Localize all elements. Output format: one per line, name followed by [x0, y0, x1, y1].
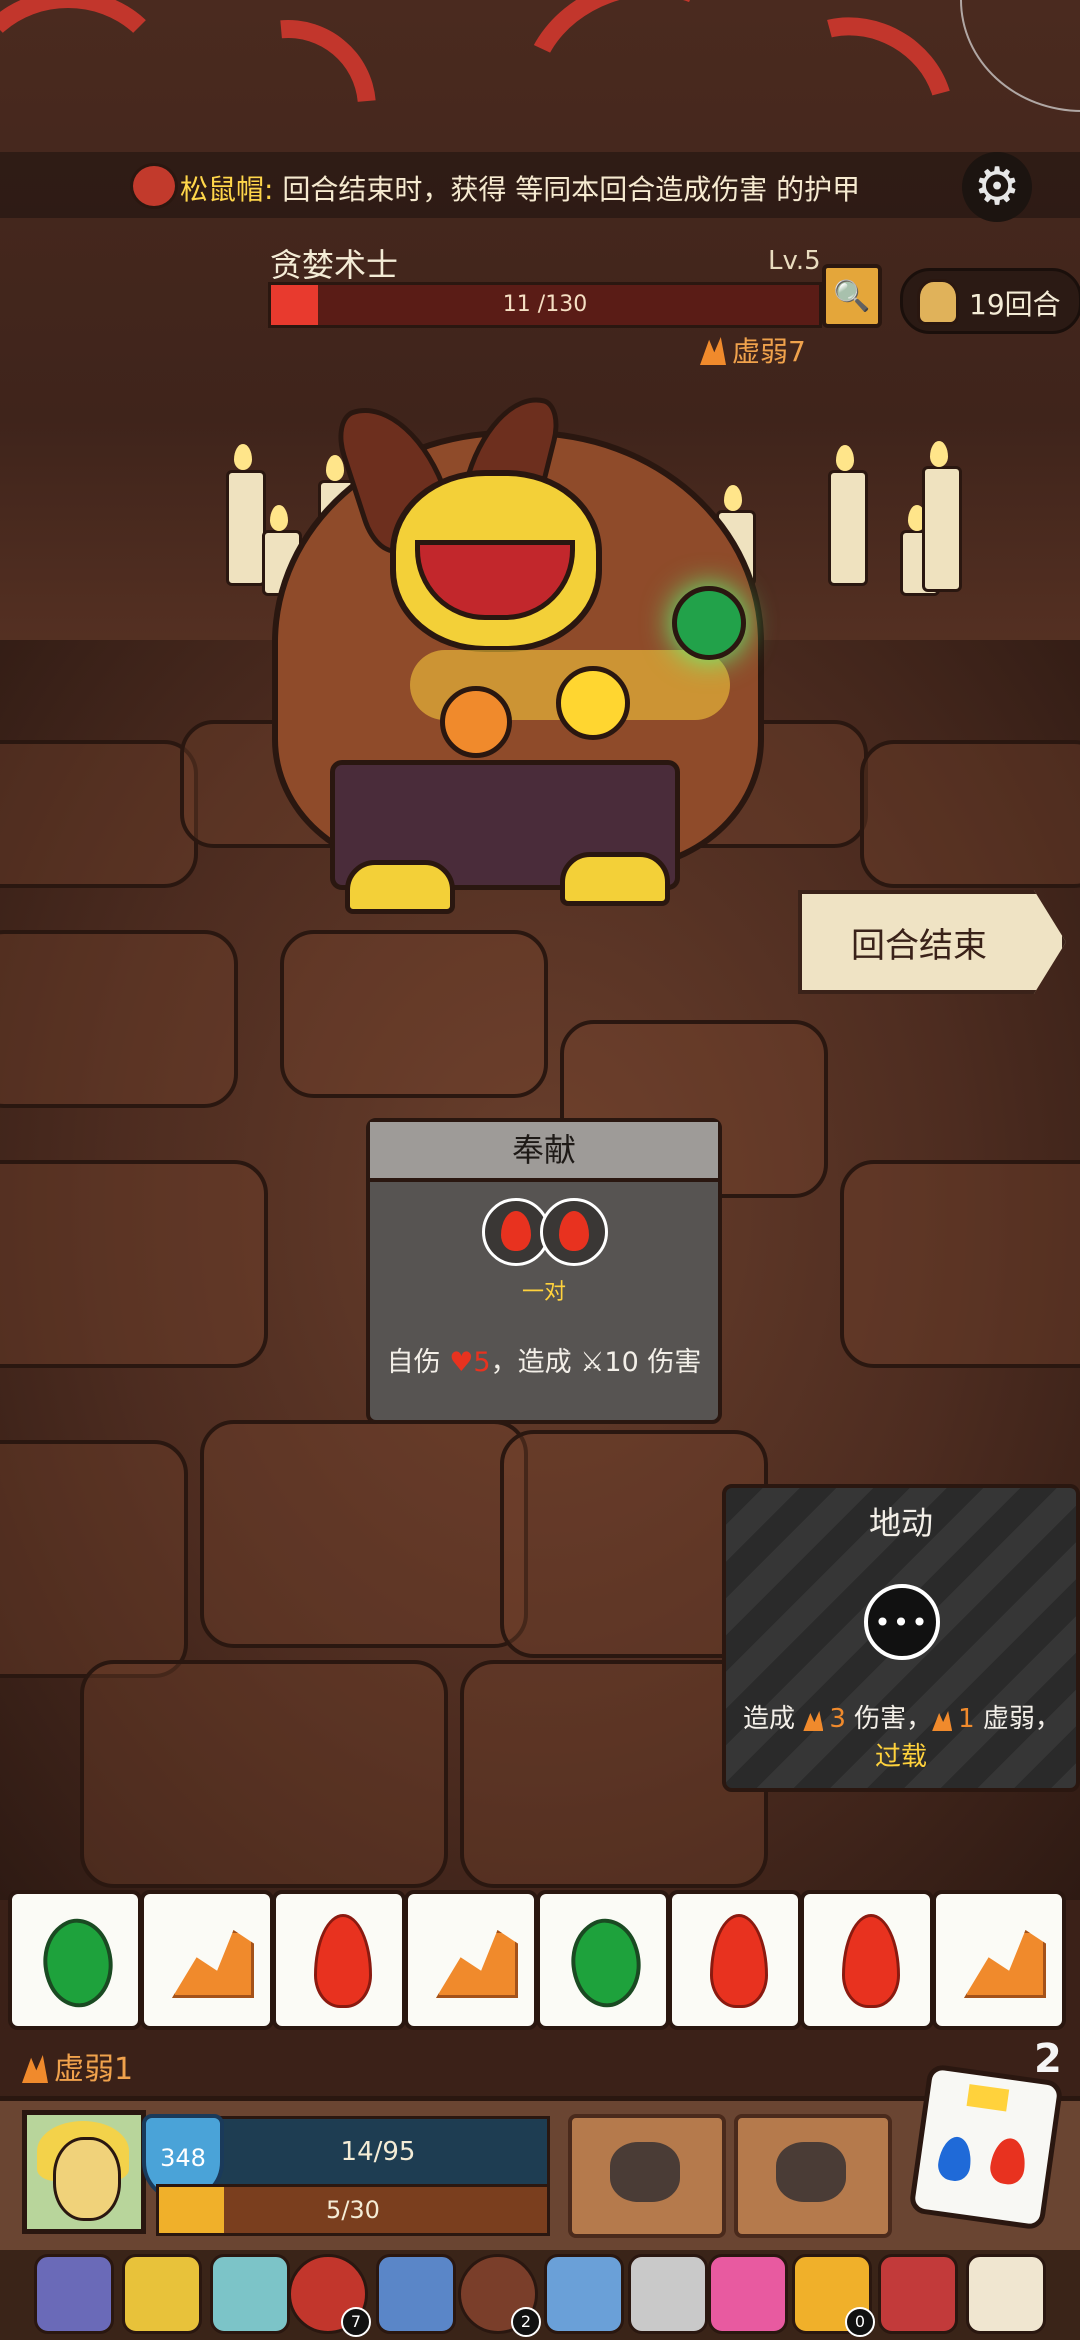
turn-counter-text: 19回合: [969, 288, 1061, 321]
card-description: 造成 3 伤害， 1 虚弱，: [743, 1704, 1061, 1734]
enemy-weak-label: 虚弱7: [732, 335, 806, 368]
relic-item[interactable]: 0: [792, 2254, 875, 2337]
dice-slot[interactable]: [540, 1198, 608, 1266]
fire-die[interactable]: [272, 1890, 406, 2030]
energy-text: 5/30: [326, 2196, 380, 2224]
scroll-icon: [917, 279, 959, 325]
broken-heart-icon: ♥: [449, 1347, 474, 1378]
dice-pips-icon: •••: [864, 1584, 940, 1660]
green-orb-icon: [672, 586, 746, 660]
relic-item[interactable]: [628, 2254, 708, 2334]
enemy-hp-bar: 11 /130: [268, 282, 822, 328]
rock-icon: [436, 1930, 518, 1998]
enemy-hp-text: 11 /130: [502, 292, 588, 317]
rock-icon: [964, 1930, 1046, 1998]
card-description: 自伤 ♥5，造成 ⚔10 伤害: [386, 1347, 702, 1378]
fire-icon: [710, 1914, 768, 2008]
rock-die[interactable]: [404, 1890, 538, 2030]
yellow-orb-icon: [556, 666, 630, 740]
leaf-icon: [555, 1908, 657, 2018]
rock-icon: [172, 1930, 254, 1998]
fire-icon: [559, 1211, 589, 1251]
card-title: 地动: [868, 1504, 933, 1542]
relic-name: 松鼠帽:: [180, 173, 274, 206]
player-weak-label: 虚弱1: [54, 2052, 134, 2087]
sword-icon: ⚔: [580, 1347, 605, 1378]
relic-item[interactable]: 2: [458, 2254, 541, 2337]
end-turn-button[interactable]: 回合结束: [798, 890, 1066, 994]
weak-icon: [22, 2055, 48, 2083]
weak-icon: [932, 1711, 953, 1731]
relic-item[interactable]: [376, 2254, 456, 2334]
turn-counter: 19回合: [900, 268, 1080, 334]
fire-icon: [988, 2136, 1029, 2187]
punch-skill-button[interactable]: [568, 2114, 726, 2238]
relic-description: 回合结束时，获得 等同本回合造成伤害 的护甲: [273, 173, 861, 206]
leaf-die[interactable]: [536, 1890, 670, 2030]
player-hp-bar: 14/95: [206, 2116, 550, 2188]
water-icon: [936, 2134, 974, 2183]
leaf-icon: [27, 1908, 129, 2018]
relic-item[interactable]: [708, 2254, 788, 2334]
squirrel-hat-icon: [130, 163, 178, 209]
fire-icon: [842, 1914, 900, 2008]
rock-die[interactable]: [140, 1890, 274, 2030]
fire-icon: [314, 1914, 372, 2008]
dice-tray: [8, 1890, 1076, 2030]
quake-intent-card[interactable]: 地动 ••• 造成 3 伤害， 1 虚弱， 过载: [722, 1484, 1080, 1792]
relic-count-badge: 2: [511, 2307, 541, 2337]
settings-gear-icon[interactable]: ⚙: [962, 152, 1032, 222]
earth-icon: [803, 1711, 824, 1731]
enemy-level: Lv.5: [768, 246, 821, 276]
fire-die[interactable]: [800, 1890, 934, 2030]
shovel-icon: [776, 2142, 846, 2202]
rock-die[interactable]: [932, 1890, 1066, 2030]
player-weak-status: 虚弱1: [22, 2044, 133, 2088]
enemy-weak-status: 虚弱7: [700, 330, 806, 370]
orange-orb-icon: [440, 686, 512, 758]
relic-item[interactable]: [210, 2254, 290, 2334]
offering-card[interactable]: 奉献 一对 自伤 ♥5，造成 ⚔10 伤害: [366, 1118, 722, 1424]
overload-label: 过载: [874, 1742, 927, 1772]
relic-item[interactable]: [878, 2254, 958, 2334]
hero-portrait-avatar[interactable]: [22, 2110, 146, 2234]
relic-item[interactable]: [544, 2254, 624, 2334]
end-turn-label: 回合结束: [851, 925, 987, 966]
leaf-die[interactable]: [8, 1890, 142, 2030]
player-hp-text: 14/95: [340, 2137, 416, 2167]
roll-dice-button[interactable]: [908, 2063, 1064, 2231]
card-requirement: 一对: [521, 1280, 566, 1305]
player-energy-bar: 5/30: [156, 2184, 550, 2236]
inspect-magnifier-button[interactable]: 🔍: [822, 264, 882, 328]
weak-icon: [700, 337, 726, 365]
relic-count-badge: 0: [845, 2307, 875, 2337]
card-title: 奉献: [370, 1122, 718, 1182]
relic-item[interactable]: [966, 2254, 1046, 2334]
relic-count-badge: 7: [341, 2307, 371, 2337]
relic-item[interactable]: 7: [288, 2254, 371, 2337]
relic-item[interactable]: [34, 2254, 114, 2334]
fire-die[interactable]: [668, 1890, 802, 2030]
fist-icon: [610, 2142, 680, 2202]
armor-value: 348: [160, 2144, 206, 2172]
reroll-count: 2: [1034, 2036, 1062, 2082]
relic-effect-text: 松鼠帽: 回合结束时，获得 等同本回合造成伤害 的护甲: [180, 168, 860, 208]
dice-slots[interactable]: [482, 1198, 608, 1268]
relic-item[interactable]: [122, 2254, 202, 2334]
dig-skill-button[interactable]: [734, 2114, 892, 2238]
enemy-name: 贪婪术士: [270, 246, 399, 284]
fire-icon: [501, 1211, 531, 1251]
